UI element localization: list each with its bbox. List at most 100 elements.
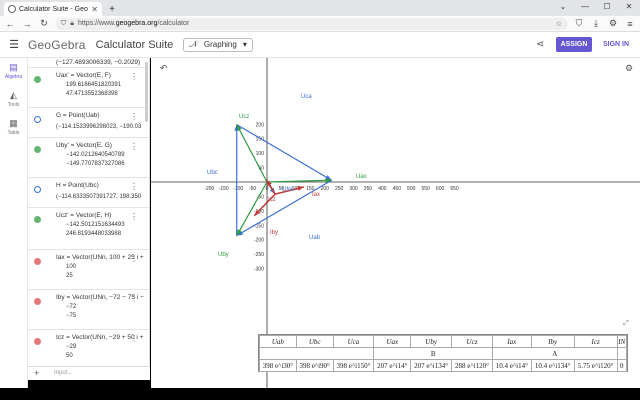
row-menu-icon[interactable]: ⋮ — [130, 182, 138, 191]
download-icon[interactable]: ⤓ — [590, 18, 602, 29]
algebra-row[interactable]: Icz = Vector(UNn, −29 + 50 i + −29 50 ⋮ — [28, 330, 149, 370]
row-menu-icon[interactable]: ⋮ — [130, 334, 138, 343]
row-menu-icon[interactable]: ⋮ — [130, 142, 138, 151]
table-header-cell: Icz — [573, 335, 618, 348]
calculator-icon: ▤ — [9, 62, 18, 72]
x-tick-label: 600 — [436, 186, 445, 192]
algebra-row[interactable]: G = Point(Uab) (−114.1533996298023, −190.… — [28, 108, 149, 138]
x-tick-label: -150 — [219, 186, 229, 192]
algebra-row[interactable]: H = Point(Ubc) (−114.6333507391727, 198.3… — [28, 178, 149, 208]
view-tools[interactable]: ◭ Tools — [0, 86, 27, 114]
algebra-row[interactable]: Uby' = Vector(E, G) −142.0212640540789 −14… — [28, 138, 149, 178]
add-icon[interactable]: + — [34, 367, 39, 380]
vector-label-icz: Icz — [268, 197, 276, 203]
row-menu-icon[interactable]: ⋮ — [130, 254, 138, 263]
row-menu-icon[interactable]: ⋮ — [130, 212, 138, 221]
row-definition[interactable]: (−127.4893006339, −0.2029) — [56, 59, 140, 66]
row-definition[interactable]: G = Point(Uab) — [56, 112, 100, 119]
visibility-toggle-icon[interactable] — [34, 298, 41, 305]
x-tick-label: 350 — [364, 186, 373, 192]
close-window-icon[interactable]: ✕ — [618, 0, 640, 16]
view-table[interactable]: ▦ Table — [0, 114, 27, 142]
table-value-cell: 207 e^i134° — [410, 359, 453, 372]
row-value: −72 — [66, 304, 77, 310]
vector-label-uax: Uax — [356, 174, 367, 180]
undo-icon[interactable]: ↶ — [160, 63, 168, 74]
y-tick-label: -200 — [254, 238, 264, 244]
hamburger-menu-icon[interactable]: ☰ — [0, 38, 28, 51]
shield-toolbar-icon[interactable]: ⛉ — [573, 18, 585, 29]
lock-icon: 🔒︎ — [70, 19, 74, 27]
maximize-icon[interactable]: ☐ — [596, 0, 618, 16]
algebra-row[interactable]: Iax = Vector(UNn, 100 + 25 i +100 25 ⋮ — [28, 250, 149, 290]
row-value: −149.7707837327086 — [66, 161, 125, 167]
visibility-toggle-icon[interactable] — [34, 116, 41, 123]
row-value: 100 — [66, 264, 77, 270]
table-header-cell: Iby — [530, 335, 575, 348]
algebra-row[interactable]: (−127.4893006339, −0.2029) — [28, 58, 149, 68]
visibility-toggle-icon[interactable] — [34, 338, 41, 345]
extensions-icon[interactable]: ⚙ — [607, 18, 619, 29]
row-definition[interactable]: Ucz' = Vector(E, H) — [56, 212, 111, 219]
visibility-toggle-icon[interactable] — [34, 258, 41, 265]
algebra-row[interactable]: Uax' = Vector(E, F) 199.6166451820391 47.4… — [28, 68, 149, 108]
visibility-toggle-icon[interactable] — [34, 216, 41, 223]
algebra-input[interactable]: + Input... — [28, 366, 150, 380]
table-value-row: 398 e^i30° 398 e^i90° 398 e^i150° 207 e^i14… — [259, 359, 628, 372]
sign-in-button[interactable]: SIGN IN — [603, 37, 629, 52]
row-definition[interactable]: Uby' = Vector(E, G) — [56, 142, 112, 149]
close-tab-icon[interactable]: ✕ — [91, 5, 98, 14]
browser-tab[interactable]: Calculator Suite - GeoGebra ✕ — [4, 2, 102, 16]
view-algebra[interactable]: ▤ Algebra — [0, 58, 27, 86]
visibility-toggle-icon[interactable] — [34, 186, 41, 193]
geogebra-logo[interactable]: GeoGebra — [28, 38, 86, 52]
menu-icon[interactable]: ≡ — [624, 19, 636, 29]
reload-icon[interactable]: ↻ — [38, 18, 50, 29]
row-menu-icon[interactable]: ⋮ — [130, 112, 138, 121]
row-definition[interactable]: H = Point(Ubc) — [56, 182, 99, 189]
app-selector-label: Graphing — [203, 40, 237, 49]
vector-label-ubc: Ubc — [207, 170, 218, 176]
x-tick-label: 450 — [393, 186, 402, 192]
row-definition[interactable]: Uax' = Vector(E, F) — [56, 72, 111, 79]
row-menu-icon[interactable]: ⋮ — [130, 294, 138, 303]
table-header-row: Uab Ubc Uca Uax Uby Ucz Iax Iby Icz IN — [259, 335, 628, 348]
x-tick-label: 300 — [349, 186, 358, 192]
algebra-row[interactable]: Ucz' = Vector(E, H) −142.5012151634493 246… — [28, 208, 149, 250]
algebra-scrollbar[interactable] — [145, 62, 148, 122]
forward-icon[interactable]: → — [21, 19, 33, 29]
address-bar[interactable]: ⛉ 🔒︎ https://www.geogebra.org/calculator… — [55, 17, 568, 30]
table-group-row: B A — [258, 347, 628, 360]
results-table: Uab Ubc Uca Uax Uby Ucz Iax Iby Icz IN B A 398 e^… — [258, 334, 628, 372]
vector-label-unn: UNn — [282, 187, 294, 193]
app-selector[interactable]: 𝒩 Graphing ▾ — [183, 37, 253, 52]
fullscreen-icon[interactable]: ⤢ — [621, 320, 631, 330]
input-placeholder: Input... — [54, 370, 73, 376]
row-menu-icon[interactable]: ⋮ — [130, 72, 138, 81]
y-tick-label: 100 — [256, 151, 265, 157]
x-tick-label: 500 — [407, 186, 416, 192]
star-icon[interactable]: ☆ — [556, 20, 562, 28]
back-icon[interactable]: ← — [4, 19, 16, 29]
chevron-down-icon[interactable]: ⌄ — [552, 0, 574, 16]
row-value: 25 — [66, 273, 73, 279]
empty-cell — [616, 347, 628, 360]
visibility-toggle-icon[interactable] — [34, 146, 41, 153]
empty-cell — [258, 347, 375, 360]
visibility-toggle-icon[interactable] — [34, 76, 41, 83]
table-value-cell: 398 e^i90° — [295, 359, 334, 372]
algebra-row[interactable]: Iby = Vector(UNn, −72 − 75 i − −72 −75 ⋮ — [28, 290, 149, 330]
share-icon[interactable]: ⋖ — [536, 39, 544, 50]
geogebra-favicon-icon — [8, 5, 16, 13]
x-tick-label: 0 — [266, 186, 269, 192]
suite-title: Calculator Suite — [95, 38, 174, 51]
x-tick-label: 200 — [321, 186, 330, 192]
y-tick-label: -300 — [254, 267, 264, 273]
new-tab-button[interactable]: + — [106, 4, 118, 16]
minimize-icon[interactable]: — — [574, 0, 596, 16]
group-b-cell: B — [373, 347, 493, 360]
assign-button[interactable]: ASSIGN — [556, 37, 592, 52]
vector-label-iax: Iax — [312, 192, 320, 198]
settings-gear-icon[interactable]: ⚙ — [625, 63, 633, 74]
row-value: 199.6166451820391 — [66, 82, 122, 88]
